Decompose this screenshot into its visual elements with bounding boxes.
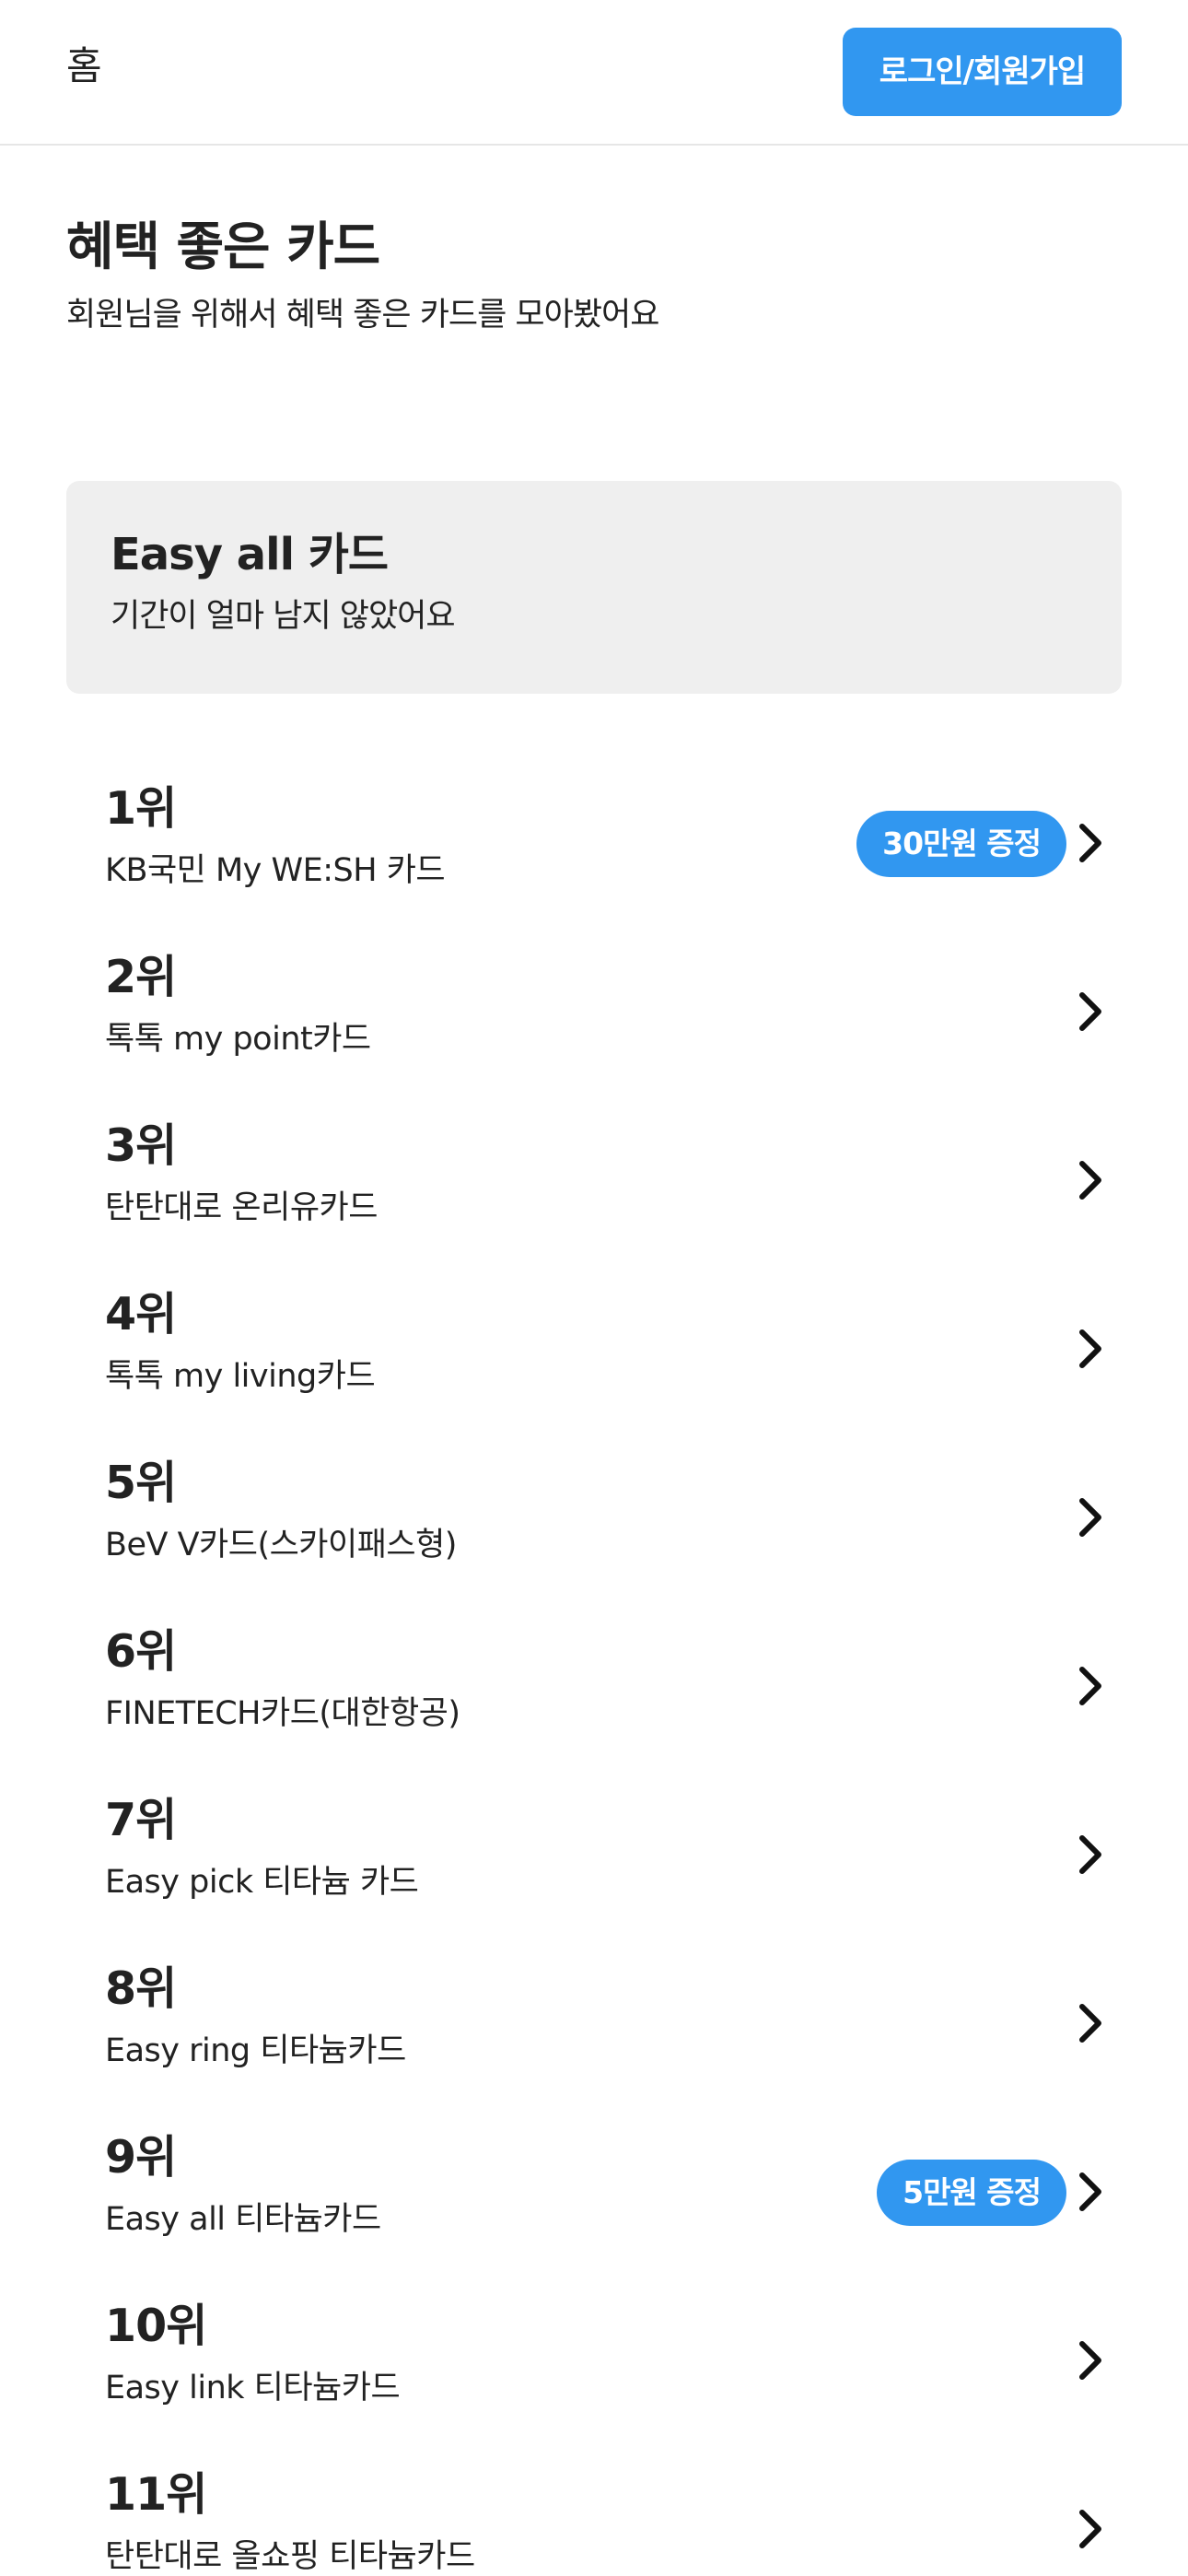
chevron-right-icon <box>1079 1498 1101 1537</box>
card-name: Easy all 티타늄카드 <box>105 2201 381 2238</box>
chevron-right-icon <box>1079 1329 1101 1368</box>
rank-number: 1위 <box>105 782 177 835</box>
section-subtitle: 회원님을 위해서 혜택 좋은 카드를 모아봤어요 <box>66 297 659 334</box>
section-title: 혜택 좋은 카드 <box>66 217 380 277</box>
card-rank-item[interactable]: 7위 Easy pick 티타늄 카드 <box>0 1765 1188 1934</box>
rank-number: 3위 <box>105 1119 177 1172</box>
card-name: 탄탄대로 올쇼핑 티타늄카드 <box>105 2538 475 2575</box>
page-header-title: 홈 <box>66 43 102 88</box>
promo-subtitle: 기간이 얼마 남지 않았어요 <box>111 598 456 635</box>
rank-number: 4위 <box>105 1288 177 1341</box>
rank-number: 7위 <box>105 1794 177 1846</box>
rank-number: 8위 <box>105 1962 177 2015</box>
chevron-right-icon <box>1079 824 1101 862</box>
chevron-right-icon <box>1079 1161 1101 1200</box>
card-rank-item[interactable]: 1위 KB국민 My WE:SH 카드 30만원 증정 <box>0 754 1188 922</box>
card-name: 탄탄대로 온리유카드 <box>105 1189 378 1226</box>
card-name: Easy ring 티타늄카드 <box>105 2032 406 2069</box>
rank-number: 2위 <box>105 951 177 1003</box>
card-rank-item[interactable]: 11위탄탄대로 올쇼핑 티타늄카드 <box>0 2440 1188 2576</box>
rank-number: 11위 <box>105 2468 207 2521</box>
card-name: 톡톡 my living카드 <box>105 1358 376 1395</box>
promo-title: Easy all 카드 <box>111 529 389 580</box>
card-name: KB국민 My WE:SH 카드 <box>105 852 446 889</box>
card-name: 톡톡 my point카드 <box>105 1021 371 1058</box>
card-name: Easy pick 티타늄 카드 <box>105 1864 419 1901</box>
card-rank-item[interactable]: 5위 BeV V카드(스카이패스형) <box>0 1428 1188 1597</box>
rank-number: 9위 <box>105 2131 177 2184</box>
login-signup-button[interactable]: 로그인/회원가입 <box>843 28 1122 116</box>
rank-number: 10위 <box>105 2300 207 2352</box>
promo-card[interactable]: Easy all 카드 기간이 얼마 남지 않았어요 <box>66 481 1122 694</box>
card-rank-item[interactable]: 6위 FINETECH카드(대한항공) <box>0 1597 1188 1765</box>
card-name: FINETECH카드(대한항공) <box>105 1695 460 1732</box>
gift-badge: 30만원 증정 <box>856 811 1066 877</box>
card-rank-item[interactable]: 3위탄탄대로 온리유카드 <box>0 1091 1188 1259</box>
chevron-right-icon <box>1079 2004 1101 2043</box>
rank-number: 5위 <box>105 1457 177 1509</box>
rank-number: 6위 <box>105 1625 177 1678</box>
chevron-right-icon <box>1079 2510 1101 2548</box>
card-rank-item[interactable]: 4위톡톡 my living카드 <box>0 1259 1188 1428</box>
chevron-right-icon <box>1079 2341 1101 2380</box>
card-ranking-list: 1위 KB국민 My WE:SH 카드 30만원 증정 2위톡톡 my point카드… <box>0 754 1188 2576</box>
card-rank-item[interactable]: 10위 Easy link 티타늄카드 <box>0 2271 1188 2440</box>
gift-badge: 5만원 증정 <box>877 2160 1066 2226</box>
card-name: BeV V카드(스카이패스형) <box>105 1527 457 1563</box>
chevron-right-icon <box>1079 1667 1101 1705</box>
chevron-right-icon <box>1079 1835 1101 1874</box>
app-header: 홈 로그인/회원가입 <box>0 0 1188 146</box>
chevron-right-icon <box>1079 2172 1101 2211</box>
card-rank-item[interactable]: 2위톡톡 my point카드 <box>0 922 1188 1091</box>
chevron-right-icon <box>1079 992 1101 1031</box>
card-name: Easy link 티타늄카드 <box>105 2370 401 2406</box>
card-rank-item[interactable]: 8위 Easy ring 티타늄카드 <box>0 1934 1188 2102</box>
card-rank-item[interactable]: 9위 Easy all 티타늄카드 5만원 증정 <box>0 2102 1188 2271</box>
